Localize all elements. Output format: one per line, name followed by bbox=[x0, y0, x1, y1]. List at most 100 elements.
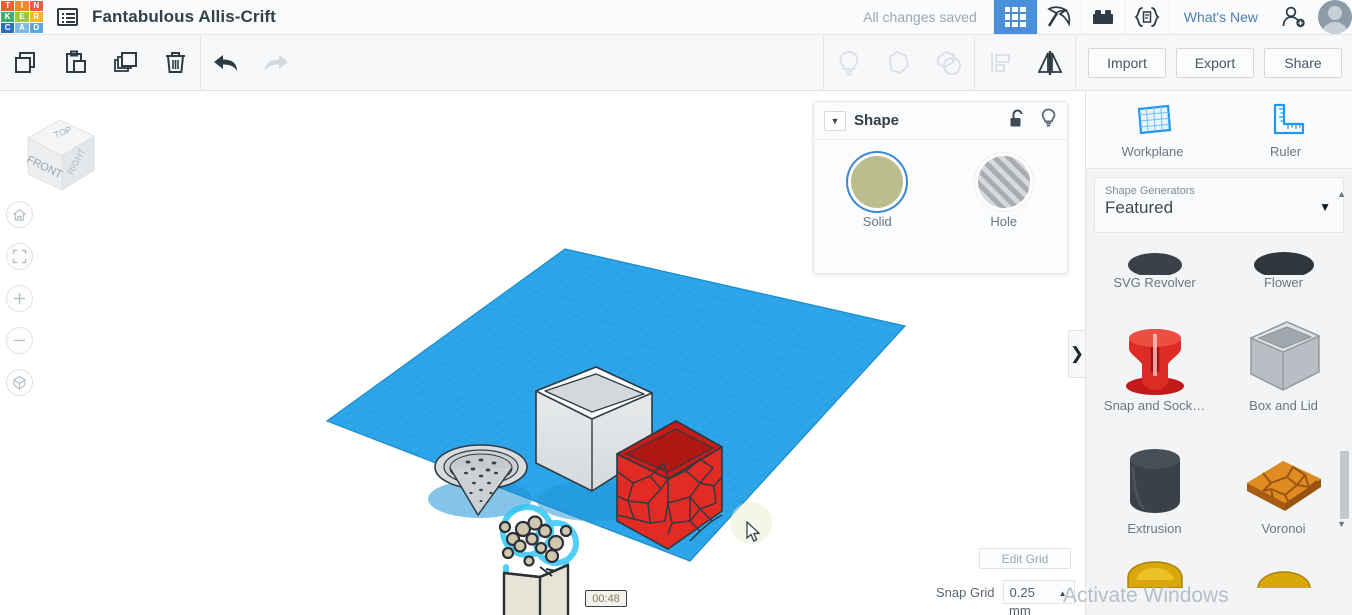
gallery-item-extrusion[interactable]: Extrusion bbox=[1090, 425, 1219, 548]
gallery-item-snap-and-socket[interactable]: Snap and Sock… bbox=[1090, 302, 1219, 425]
redo-icon[interactable] bbox=[251, 35, 301, 91]
unlock-icon[interactable] bbox=[1009, 108, 1026, 133]
panel-collapse-handle[interactable]: ❯ bbox=[1068, 330, 1085, 378]
ruler-tool[interactable]: Ruler bbox=[1219, 91, 1352, 168]
gold-shape-a-thumb bbox=[1090, 548, 1219, 588]
zoom-in-icon[interactable] bbox=[6, 285, 33, 312]
home-view-icon[interactable] bbox=[6, 201, 33, 228]
workplane-tool[interactable]: Workplane bbox=[1086, 91, 1219, 168]
shape-panel-header: ▼ Shape bbox=[814, 102, 1067, 140]
group-icon[interactable] bbox=[874, 35, 924, 91]
align-icon[interactable] bbox=[975, 35, 1025, 91]
hole-pattern-circle bbox=[977, 156, 1030, 208]
zoom-out-icon[interactable] bbox=[6, 327, 33, 354]
snap-and-socket-thumb bbox=[1090, 302, 1219, 398]
gallery-item-gold-a[interactable] bbox=[1090, 548, 1219, 588]
gallery-item-svg-revolver[interactable]: SVG Revolver bbox=[1090, 179, 1219, 302]
hole-label: Hole bbox=[990, 214, 1018, 229]
logo-letter: T bbox=[1, 1, 15, 11]
lightbulb-icon[interactable] bbox=[1040, 108, 1057, 133]
codeblocks-icon[interactable] bbox=[1124, 0, 1169, 34]
logo-letter: D bbox=[29, 23, 43, 33]
tinkercad-app: T I N K E R C A D Fantabulous Allis-Crif… bbox=[0, 0, 1352, 615]
header-right-group: All changes saved What's New bbox=[863, 0, 1352, 34]
gallery-row: Snap and Sock… Box and Lid bbox=[1090, 302, 1348, 425]
logo-letter: R bbox=[29, 12, 43, 22]
duplicate-icon[interactable] bbox=[100, 35, 150, 91]
flower-label: Flower bbox=[1263, 275, 1303, 290]
gallery-item-voronoi[interactable]: Voronoi bbox=[1219, 425, 1348, 548]
orthographic-toggle-icon[interactable] bbox=[6, 369, 33, 396]
export-button[interactable]: Export bbox=[1176, 47, 1254, 78]
list-menu-icon bbox=[56, 8, 78, 26]
snap-grid-value: 0.25 bbox=[1009, 584, 1035, 600]
gallery-item-box-and-lid[interactable]: Box and Lid bbox=[1219, 302, 1348, 425]
import-button[interactable]: Import bbox=[1088, 47, 1166, 78]
undo-icon[interactable] bbox=[201, 35, 251, 91]
avatar[interactable] bbox=[1318, 0, 1352, 34]
minecraft-pickaxe-icon[interactable] bbox=[1036, 0, 1081, 34]
logo-letter: N bbox=[29, 1, 43, 11]
gallery-row: Extrusion Voronoi bbox=[1090, 425, 1348, 548]
hole-swatch[interactable]: Hole bbox=[959, 156, 1049, 229]
top-header-bar: T I N K E R C A D Fantabulous Allis-Crif… bbox=[0, 0, 1352, 34]
share-button[interactable]: Share bbox=[1264, 47, 1342, 78]
logo-letter: E bbox=[15, 12, 29, 22]
copy-icon[interactable] bbox=[0, 35, 50, 91]
mirror-icon[interactable] bbox=[1025, 35, 1075, 91]
gold-shape-b-thumb bbox=[1219, 548, 1348, 588]
scroll-down-arrow[interactable]: ▼ bbox=[1337, 519, 1346, 529]
ungroup-icon[interactable] bbox=[924, 35, 974, 91]
gallery-item-flower[interactable]: Flower bbox=[1219, 179, 1348, 302]
add-person-icon[interactable] bbox=[1272, 0, 1316, 34]
toolbar-divider bbox=[1075, 34, 1076, 91]
solid-label: Solid bbox=[862, 214, 892, 229]
fit-to-view-icon[interactable] bbox=[6, 243, 33, 270]
delete-trash-icon[interactable] bbox=[150, 35, 200, 91]
lightbulb-icon[interactable] bbox=[824, 35, 874, 91]
solid-swatch[interactable]: Solid bbox=[832, 156, 922, 229]
logo-letter: A bbox=[15, 23, 29, 33]
shape-panel-title: Shape bbox=[854, 112, 900, 129]
voronoi-thumb bbox=[1219, 425, 1348, 521]
snap-grid-select[interactable]: 0.25 ▲ bbox=[1002, 580, 1075, 604]
tinkercad-logo[interactable]: T I N K E R C A D bbox=[0, 0, 44, 34]
sidebar-tools: Workplane Ruler bbox=[1086, 91, 1352, 169]
main-toolbar: Import Export Share bbox=[0, 34, 1352, 91]
voronoi-label: Voronoi bbox=[1261, 521, 1306, 536]
gallery-row bbox=[1090, 548, 1348, 588]
flower-thumb bbox=[1219, 179, 1348, 275]
save-status: All changes saved bbox=[863, 9, 977, 25]
mouse-cursor bbox=[746, 520, 762, 548]
gallery-row: SVG Revolver Flower bbox=[1090, 179, 1348, 302]
view-cube[interactable]: TOP FRONT RIGHT bbox=[14, 106, 106, 198]
logo-letter: C bbox=[1, 23, 15, 33]
svg-revolver-label: SVG Revolver bbox=[1113, 275, 1196, 290]
lego-brick-icon[interactable] bbox=[1080, 0, 1125, 34]
box-and-lid-thumb bbox=[1219, 302, 1348, 398]
chevron-down-icon[interactable]: ▼ bbox=[824, 110, 846, 131]
logo-letter: I bbox=[15, 1, 29, 11]
gallery-scrollbar[interactable] bbox=[1340, 451, 1349, 519]
gallery-item-gold-b[interactable] bbox=[1219, 548, 1348, 588]
svg-revolver-thumb bbox=[1090, 179, 1219, 275]
paste-icon[interactable] bbox=[50, 35, 100, 91]
logo-letter: K bbox=[1, 12, 15, 22]
edit-grid-button[interactable]: Edit Grid bbox=[979, 548, 1071, 569]
grid-designs-icon[interactable] bbox=[992, 0, 1037, 34]
box-and-lid-label: Box and Lid bbox=[1249, 398, 1318, 413]
right-sidebar: Workplane Ruler Shape Generators Feature… bbox=[1085, 91, 1352, 615]
caret-up-icon: ▲ bbox=[1058, 589, 1067, 598]
whats-new-link[interactable]: What's New bbox=[1168, 0, 1272, 34]
solid-color-circle bbox=[851, 156, 904, 208]
shape-properties-panel: ▼ Shape Solid Hole bbox=[813, 101, 1068, 274]
ruler-icon bbox=[1273, 103, 1304, 134]
scroll-up-arrow[interactable]: ▲ bbox=[1337, 189, 1346, 199]
shape-gallery[interactable]: ▲ SVG Revolver Flower Snap and Sock… Box… bbox=[1086, 179, 1352, 588]
designs-menu-button[interactable] bbox=[44, 0, 90, 34]
extrusion-thumb bbox=[1090, 425, 1219, 521]
shape-panel-body: Solid Hole bbox=[814, 140, 1067, 229]
page-title[interactable]: Fantabulous Allis-Crift bbox=[92, 7, 276, 27]
timer-badge: 00:48 bbox=[585, 590, 627, 607]
extrusion-label: Extrusion bbox=[1127, 521, 1182, 536]
